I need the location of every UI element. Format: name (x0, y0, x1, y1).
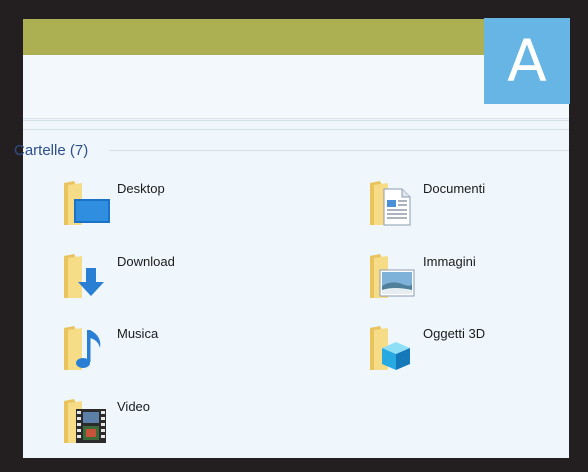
group-header-folders[interactable]: Cartelle (7) (14, 140, 88, 160)
ribbon-divider (23, 120, 569, 121)
address-bar-divider (23, 129, 569, 130)
folder-item-documenti[interactable]: Documenti (368, 177, 588, 233)
badge-letter: A (507, 27, 547, 95)
folder-label: Documenti (423, 181, 486, 196)
folder-label: Video (117, 399, 151, 414)
music-folder-icon (64, 326, 101, 370)
desktop-folder-icon (64, 181, 110, 225)
documents-folder-icon (370, 181, 411, 226)
folder-label: Oggetti 3D (423, 326, 486, 341)
folder-label: Desktop (117, 181, 165, 196)
folder-item-immagini[interactable]: Immagini (368, 250, 588, 306)
folder-item-download[interactable]: Download (62, 250, 282, 306)
3d-objects-folder-icon (370, 326, 410, 370)
folder-item-desktop[interactable]: Desktop (62, 177, 282, 233)
download-folder-icon (64, 254, 104, 298)
video-folder-icon (64, 399, 106, 443)
section-badge: A (484, 18, 570, 104)
group-header-line (109, 150, 569, 151)
pictures-folder-icon (370, 254, 415, 298)
group-title: Cartelle (7) (14, 141, 89, 159)
folder-label: Download (117, 254, 175, 269)
folder-item-oggetti-3d[interactable]: Oggetti 3D (368, 322, 588, 378)
content-divider (23, 118, 569, 119)
folder-item-musica[interactable]: Musica (62, 322, 282, 378)
folder-label: Immagini (423, 254, 476, 269)
folder-item-video[interactable]: Video (62, 395, 282, 451)
folder-label: Musica (117, 326, 159, 341)
